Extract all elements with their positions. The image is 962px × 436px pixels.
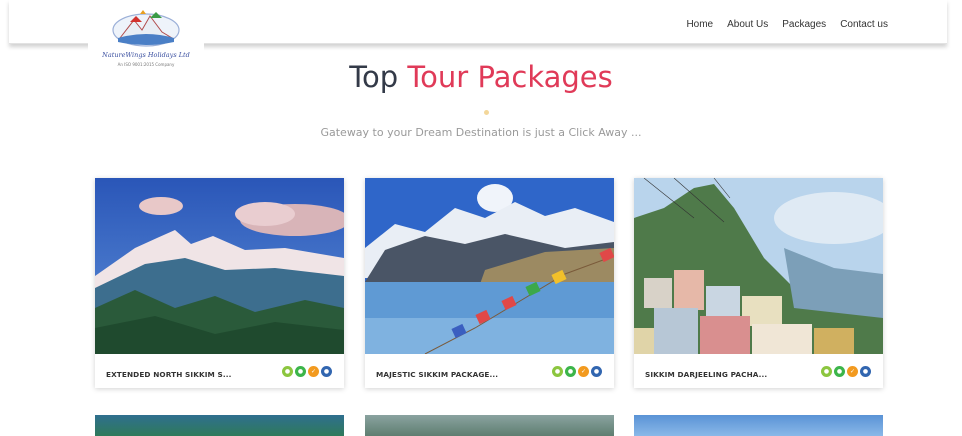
hotel-icon: ✓ — [308, 366, 319, 377]
package-image-town[interactable] — [634, 178, 883, 354]
section-title-accent: Tour Packages — [407, 60, 613, 94]
title-divider-dot — [484, 110, 489, 115]
sightseeing-icon: ● — [282, 366, 293, 377]
sightseeing-icon: ● — [821, 366, 832, 377]
package-title[interactable]: EXTENDED NORTH SIKKIM S... — [106, 370, 256, 379]
meals-icon: ● — [834, 366, 845, 377]
package-card[interactable]: SIKKIM DARJEELING PACHA... ● ● ✓ ● — [634, 178, 883, 388]
meals-icon: ● — [565, 366, 576, 377]
package-amenities: ● ● ✓ ● — [282, 366, 332, 377]
brand-tagline: An ISO 9001:2015 Company — [117, 62, 175, 67]
hotel-icon: ✓ — [578, 366, 589, 377]
package-card-next-row[interactable] — [365, 415, 614, 436]
package-card[interactable]: EXTENDED NORTH SIKKIM S... ● ● ✓ ● — [95, 178, 344, 388]
package-image-mountains[interactable] — [95, 178, 344, 354]
package-card-next-row[interactable] — [95, 415, 344, 436]
nav-home[interactable]: Home — [686, 19, 713, 30]
section-subtitle: Gateway to your Dream Destination is jus… — [320, 126, 642, 139]
package-card[interactable]: MAJESTIC SIKKIM PACKAGE... ● ● ✓ ● — [365, 178, 614, 388]
package-amenities: ● ● ✓ ● — [821, 366, 871, 377]
nav-contact-us[interactable]: Contact us — [840, 19, 888, 30]
hotel-icon: ✓ — [847, 366, 858, 377]
section-title-main: Top — [349, 60, 399, 94]
package-amenities: ● ● ✓ ● — [552, 366, 602, 377]
package-title[interactable]: SIKKIM DARJEELING PACHA... — [645, 370, 795, 379]
package-title[interactable]: MAJESTIC SIKKIM PACKAGE... — [376, 370, 526, 379]
package-card-next-row[interactable] — [634, 415, 883, 436]
brand-logo[interactable]: NatureWings Holidays Ltd An ISO 9001:201… — [88, 4, 204, 76]
transport-icon: ● — [860, 366, 871, 377]
brand-name: NatureWings Holidays Ltd — [102, 51, 190, 59]
main-nav: Home About Us Packages Contact us — [686, 19, 888, 30]
meals-icon: ● — [295, 366, 306, 377]
sightseeing-icon: ● — [552, 366, 563, 377]
logo-emblem-icon — [112, 10, 180, 47]
package-image-lake[interactable] — [365, 178, 614, 354]
transport-icon: ● — [591, 366, 602, 377]
nav-about-us[interactable]: About Us — [727, 19, 768, 30]
transport-icon: ● — [321, 366, 332, 377]
nav-packages[interactable]: Packages — [782, 19, 826, 30]
